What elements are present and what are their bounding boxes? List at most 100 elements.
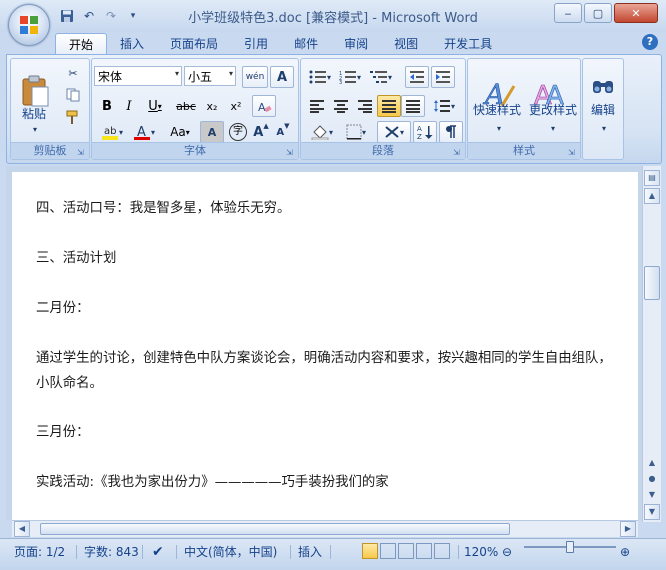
editing-label: 编辑 — [590, 103, 615, 117]
scroll-right-icon[interactable]: ▶ — [620, 521, 636, 537]
sort-icon[interactable]: AZ — [413, 121, 437, 143]
font-name-combo[interactable]: 宋体 ▾ — [94, 66, 182, 86]
zoom-level[interactable]: 120% — [458, 543, 504, 561]
paragraph[interactable]: 四、活动口号：我是智多星，体验乐无穷。 — [36, 196, 290, 216]
change-case-button[interactable]: Aa ▾ — [162, 121, 198, 143]
superscript-button[interactable]: x² — [224, 95, 248, 117]
svg-text:Z: Z — [417, 133, 422, 140]
editing-dropdown-icon[interactable]: ▾ — [593, 121, 615, 135]
shading-icon — [311, 125, 329, 140]
copy-icon[interactable] — [61, 85, 85, 105]
word-count[interactable]: 字数: 843 — [78, 543, 145, 561]
cut-icon[interactable]: ✂ — [61, 63, 85, 83]
change-styles-dropdown-icon[interactable]: ▾ — [542, 121, 564, 135]
paragraph[interactable]: 小队命名。 — [36, 371, 103, 391]
paragraph-group: ▾ 1 2 3 ▾ ▾ ▾ ▾ ▾ ▾ A Z 段落 ⇲ — [300, 58, 466, 160]
numbering-button[interactable]: 1 2 3 ▾ — [335, 66, 365, 88]
font-size-value: 小五 — [188, 69, 213, 84]
show-marks-icon[interactable] — [439, 121, 463, 143]
paragraph[interactable]: 实践活动:《我也为家出份力》—————巧手装扮我们的家 — [36, 470, 389, 490]
horizontal-scrollbar[interactable]: ◀ ▶ — [12, 520, 638, 537]
close-button[interactable]: ✕ — [614, 3, 658, 23]
multilevel-list-button[interactable]: ▾ — [365, 66, 397, 88]
distributed-align-icon[interactable] — [401, 95, 425, 117]
office-button[interactable] — [8, 4, 50, 46]
strikethrough-button[interactable]: abc — [172, 95, 200, 117]
insert-mode[interactable]: 插入 — [292, 543, 328, 561]
paragraph[interactable]: 二月份： — [36, 296, 90, 316]
character-shading-button[interactable]: A — [200, 121, 224, 143]
vertical-scrollbar[interactable]: ▤ ▲ ▲ ● ▼ ▼ — [642, 166, 661, 522]
web-layout-view-icon[interactable] — [398, 543, 414, 559]
scroll-up-icon[interactable]: ▲ — [644, 188, 660, 204]
line-spacing-icon — [433, 100, 450, 112]
align-left-icon[interactable] — [305, 95, 329, 117]
italic-button[interactable]: I — [118, 95, 140, 117]
shrink-font-button[interactable]: A ▼ — [272, 121, 294, 143]
draft-view-icon[interactable] — [434, 543, 450, 559]
paragraph[interactable]: 通过学生的讨论，创建特色中队方案谈论会，明确活动内容和要求，按兴趣相同的学生自由… — [36, 346, 612, 366]
maximize-button[interactable]: ▢ — [584, 3, 612, 23]
print-layout-view-icon[interactable] — [362, 543, 378, 559]
styles-launcher-icon[interactable]: ⇲ — [568, 148, 577, 157]
proofing-icon[interactable]: ✔ — [146, 543, 170, 561]
styles-group: A 快速样式 AA 更改样式 ▾ ▾ 样式 ⇲ — [467, 58, 581, 160]
binoculars-icon — [593, 81, 613, 93]
align-center-icon[interactable] — [329, 95, 353, 117]
borders-button[interactable]: ▾ — [339, 121, 373, 143]
scroll-left-icon[interactable]: ◀ — [14, 521, 30, 537]
highlight-button[interactable]: ab ▾ — [96, 121, 128, 143]
bold-button[interactable]: B — [96, 95, 118, 117]
previous-page-icon[interactable]: ▲ — [644, 456, 660, 472]
justify-icon[interactable] — [377, 95, 401, 117]
phonetic-guide-label: wén — [245, 71, 265, 82]
asian-layout-button[interactable]: ▾ — [377, 121, 411, 143]
quick-styles-label: 快速样式 — [472, 103, 521, 117]
select-browse-object-icon[interactable]: ● — [644, 472, 660, 488]
increase-indent-icon[interactable] — [431, 66, 455, 88]
scroll-down-icon[interactable]: ▼ — [644, 504, 660, 520]
horizontal-scroll-thumb[interactable] — [40, 523, 510, 535]
clipboard-launcher-icon[interactable]: ⇲ — [77, 148, 86, 157]
scroll-thumb[interactable] — [644, 266, 660, 300]
font-launcher-icon[interactable]: ⇲ — [286, 148, 295, 157]
divider — [142, 545, 143, 559]
enclose-characters-button[interactable]: 字 — [226, 121, 250, 143]
paste-dropdown-icon[interactable]: ▾ — [15, 123, 55, 135]
font-color-button[interactable]: A ▾ — [128, 121, 160, 143]
zoom-in-icon[interactable]: ⊕ — [620, 543, 630, 561]
font-group: 宋体 ▾ 小五 ▾ wén A B I U ▾ abc x₂ x² A ab ▾ … — [91, 58, 299, 160]
paragraph-launcher-icon[interactable]: ⇲ — [453, 148, 462, 157]
quick-styles-dropdown-icon[interactable]: ▾ — [488, 121, 510, 135]
outline-view-icon[interactable] — [416, 543, 432, 559]
ribbon-tab-row: 开始 插入 页面布局 引用 邮件 审阅 视图 开发工具 ? — [0, 30, 666, 58]
paste-icon — [22, 75, 49, 107]
paragraph[interactable]: 三月份： — [36, 420, 90, 440]
align-right-icon[interactable] — [353, 95, 377, 117]
multilevel-list-icon — [369, 71, 387, 83]
help-icon[interactable]: ? — [642, 34, 658, 50]
subscript-button[interactable]: x₂ — [200, 95, 224, 117]
paragraph[interactable]: 三、活动计划 — [36, 246, 116, 266]
phonetic-guide-button[interactable]: wén — [242, 66, 268, 88]
bullets-button[interactable]: ▾ — [305, 66, 335, 88]
grow-font-button[interactable]: A ▲ — [250, 121, 272, 143]
full-screen-reading-view-icon[interactable] — [380, 543, 396, 559]
clear-formatting-button[interactable]: A — [252, 95, 276, 117]
line-spacing-button[interactable]: ▾ — [427, 95, 461, 117]
character-border-button[interactable]: A — [270, 66, 294, 88]
underline-button[interactable]: U ▾ — [140, 95, 170, 117]
font-size-combo[interactable]: 小五 ▾ — [184, 66, 236, 86]
format-painter-icon[interactable] — [61, 107, 85, 127]
zoom-slider-knob[interactable] — [566, 541, 574, 553]
zoom-out-icon[interactable]: ⊖ — [502, 543, 512, 561]
svg-text:A: A — [417, 125, 422, 133]
shading-button[interactable]: ▾ — [305, 121, 339, 143]
ruler-toggle-icon[interactable]: ▤ — [644, 170, 660, 186]
next-page-icon[interactable]: ▼ — [644, 488, 660, 504]
decrease-indent-icon[interactable] — [405, 66, 429, 88]
language-indicator[interactable]: 中文(简体，中国) — [178, 543, 283, 561]
document-page[interactable]: 四、活动口号：我是智多星，体验乐无穷。 三、活动计划 二月份： 通过学生的讨论，… — [12, 172, 638, 522]
minimize-button[interactable]: ‒ — [554, 3, 582, 23]
page-count[interactable]: 页面: 1/2 — [8, 543, 71, 561]
